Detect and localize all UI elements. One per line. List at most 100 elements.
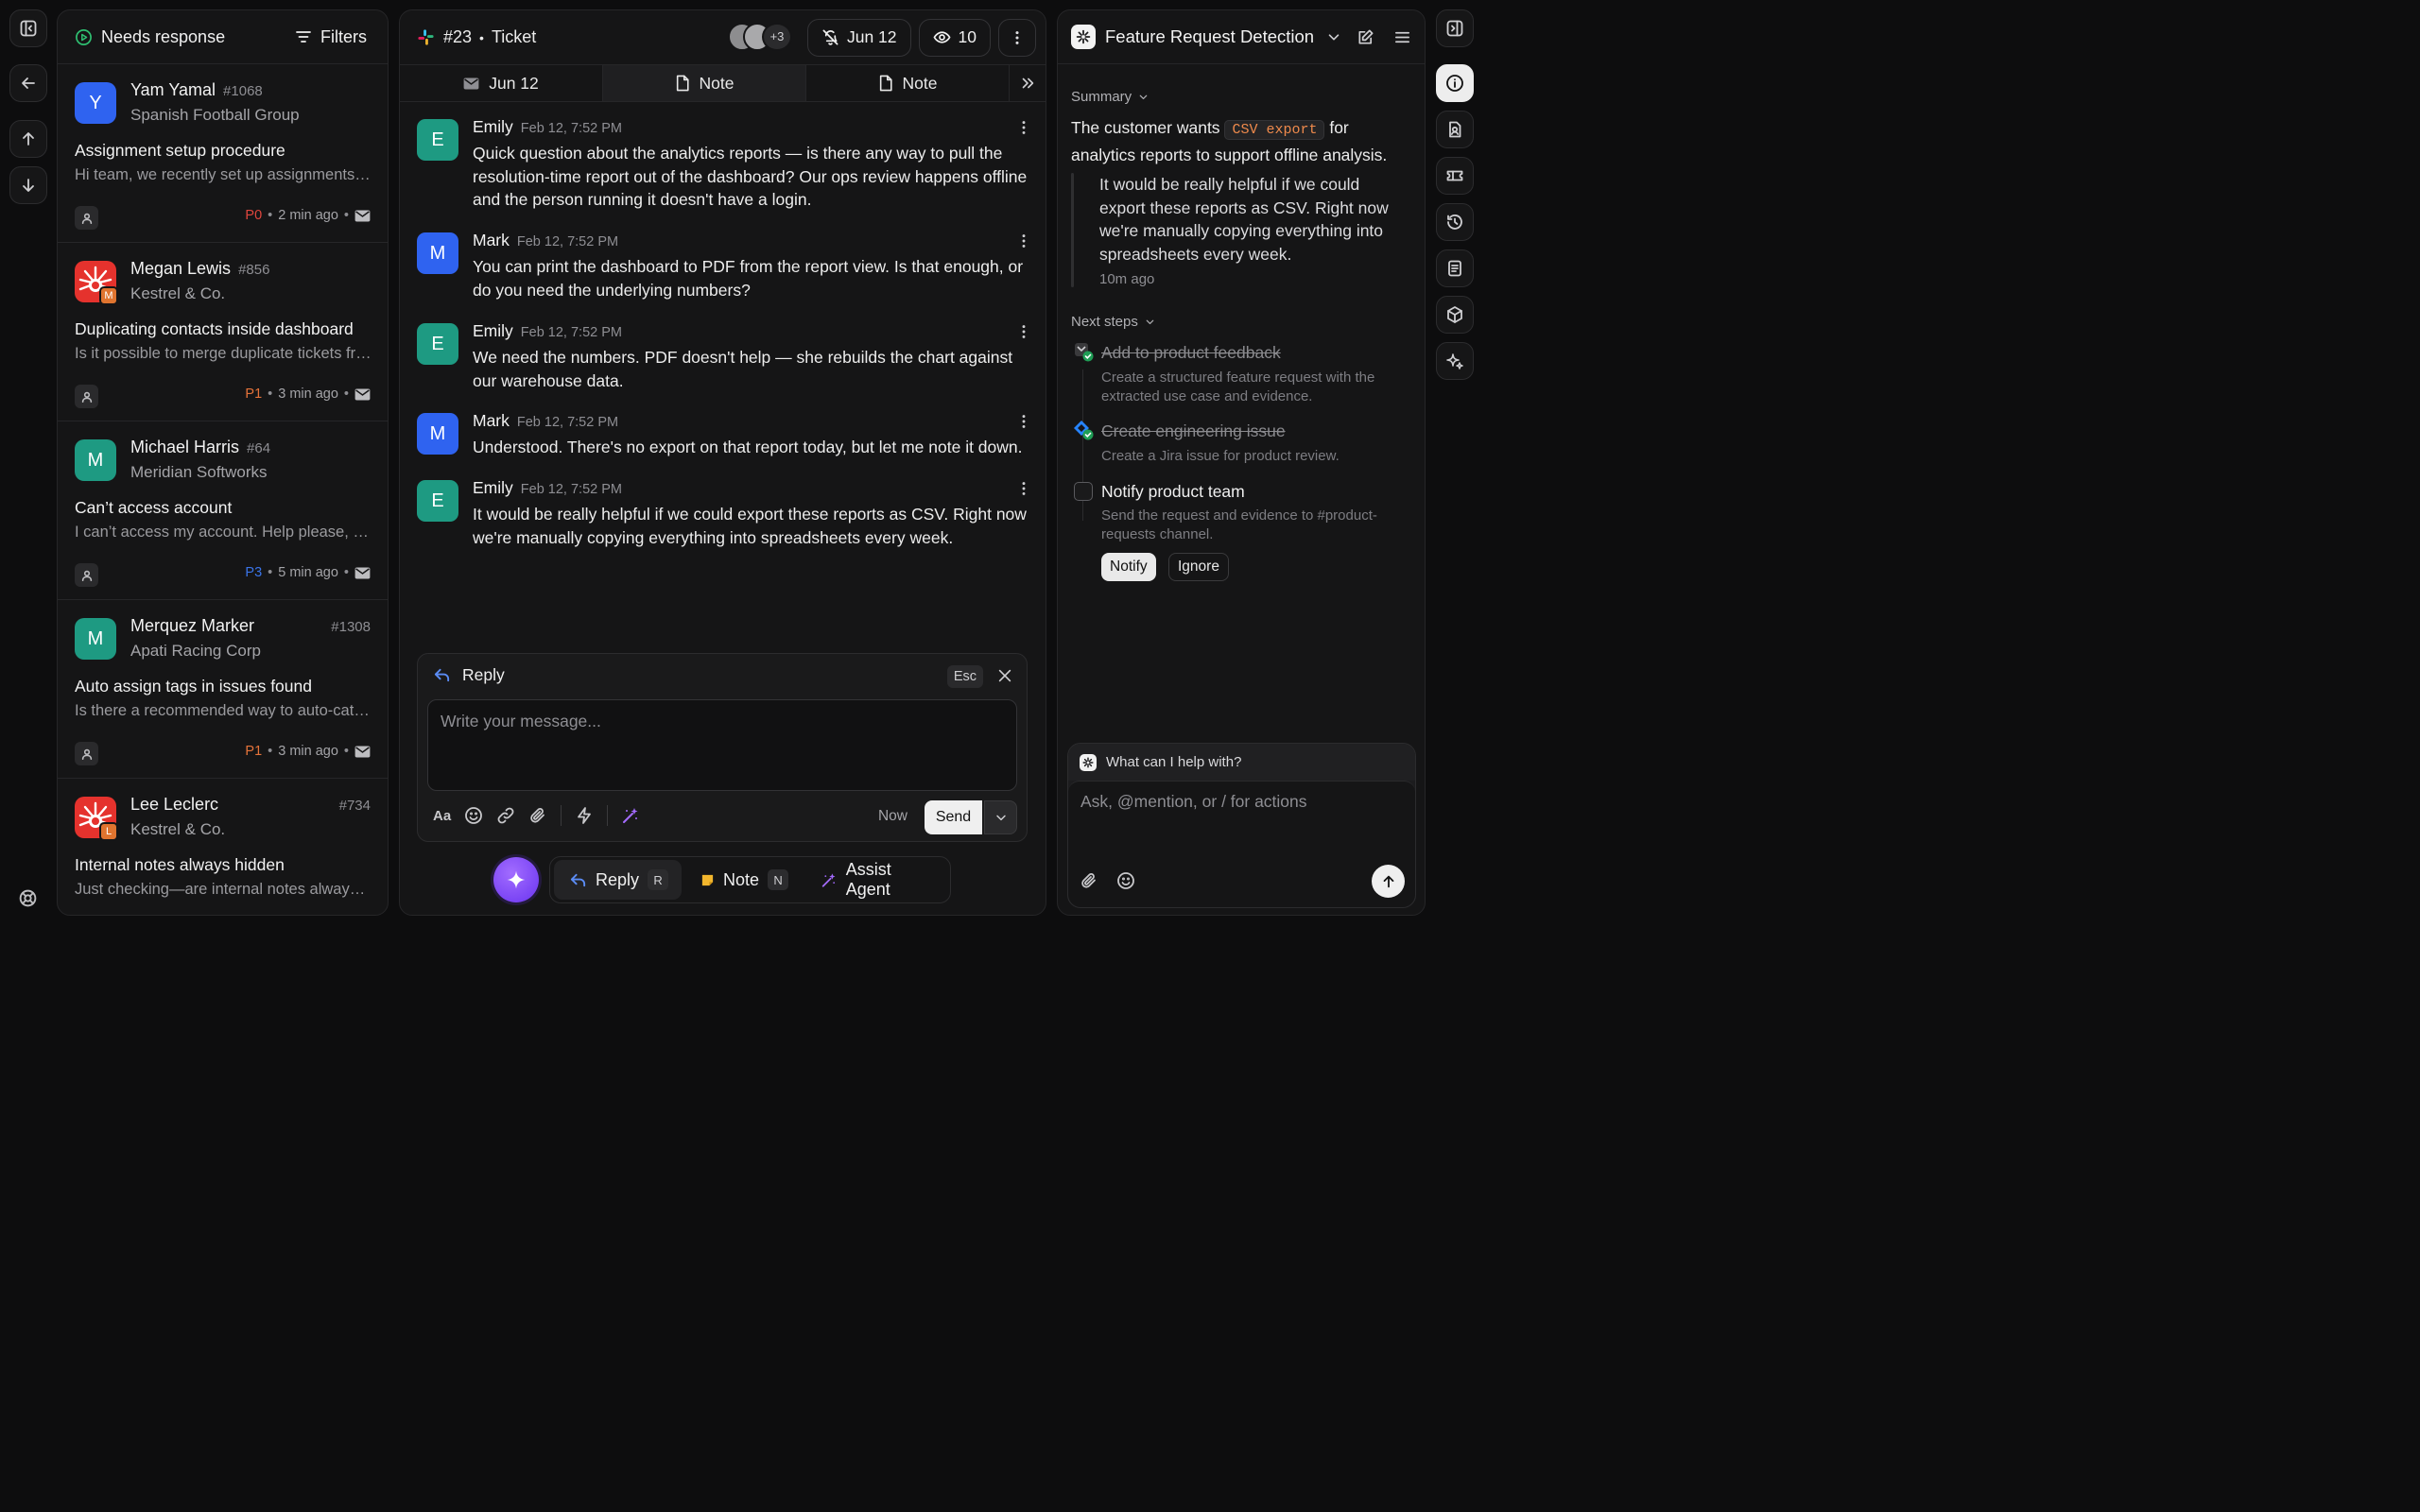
detection-title: Feature Request Detection (1105, 26, 1315, 46)
message-menu-button[interactable] (1015, 480, 1032, 497)
emoji-button[interactable] (1116, 871, 1135, 890)
conversation-subject: Internal notes always hidden (75, 855, 285, 874)
lightning-icon[interactable] (575, 806, 594, 825)
contact-name: Megan Lewis #856 (130, 259, 270, 278)
conversation-item[interactable]: L Lee Leclerc #734 Kestrel & Co. Interna… (58, 779, 388, 915)
message-input-field[interactable] (427, 699, 1017, 791)
timestamp: 2 min ago (278, 208, 338, 223)
notes-tab-button[interactable] (1436, 249, 1474, 287)
next-ticket-button[interactable] (9, 166, 47, 204)
assignee-icon[interactable] (75, 563, 98, 587)
send-time[interactable]: Now (878, 808, 908, 825)
tab-note[interactable]: Note (806, 65, 1010, 101)
note-mode-button[interactable]: Note N (685, 860, 802, 900)
emoji-icon (1117, 872, 1134, 889)
conversation-item[interactable]: M Megan Lewis #856 Kestrel & Co. Duplicat… (58, 243, 388, 421)
conversation-item[interactable]: M Michael Harris #64 Meridian Softworks C… (58, 421, 388, 600)
magic-wand-icon[interactable] (621, 806, 640, 825)
mail-icon (354, 745, 371, 758)
toggle-right-panel-button[interactable] (1436, 9, 1474, 47)
ticket-icon (1446, 170, 1463, 181)
conversation-preview: Is it possible to merge duplicate ticket… (75, 345, 372, 362)
help-button[interactable] (18, 888, 38, 908)
avatar: M (75, 618, 116, 660)
attachment-icon[interactable] (528, 806, 547, 825)
back-button[interactable] (9, 64, 47, 102)
previous-ticket-button[interactable] (9, 120, 47, 158)
sparkle-icon (507, 870, 526, 889)
message-menu-button[interactable] (1015, 323, 1032, 340)
tab-note[interactable]: Note (603, 65, 806, 101)
timestamp: 3 min ago (278, 387, 338, 402)
assist-agent-button[interactable]: Assist Agent (805, 860, 946, 900)
notify-button[interactable]: Notify (1101, 553, 1156, 581)
reply-mode-button[interactable]: Reply R (554, 860, 683, 900)
assignee-icon[interactable] (75, 385, 98, 408)
submit-button[interactable] (1372, 865, 1405, 898)
menu-button[interactable] (1393, 28, 1411, 46)
eye-icon (933, 31, 950, 43)
participants-more: +3 (761, 22, 792, 51)
mail-icon (354, 209, 371, 222)
avatar: L (99, 822, 118, 841)
integrations-tab-button[interactable] (1436, 296, 1474, 334)
conversation-meta: P1 • 3 min ago • (245, 387, 371, 402)
send-button[interactable]: Send (925, 800, 982, 834)
ai-tab-button[interactable] (1436, 342, 1474, 380)
step-checkbox[interactable] (1074, 482, 1093, 501)
close-composer-button[interactable] (996, 667, 1013, 684)
step-title: Add to product feedback (1101, 343, 1281, 362)
more-tabs-button[interactable] (1010, 65, 1046, 101)
summary-section-toggle[interactable]: Summary (1071, 89, 1150, 105)
contact-tab-button[interactable] (1436, 111, 1474, 148)
assistant-input[interactable] (1068, 782, 1415, 822)
conversation-item[interactable]: Y Yam Yamal #1068 Spanish Football Group … (58, 64, 388, 243)
summary-text: The customer wants CSV export for analyti… (1071, 118, 1388, 164)
composer-toolbar: Aa (433, 805, 640, 826)
message-input[interactable] (428, 700, 1016, 743)
tab-label: Note (902, 73, 938, 93)
document-icon (1448, 260, 1461, 277)
composer-mode: Reply (462, 665, 505, 684)
assignee-icon[interactable] (75, 742, 98, 765)
attach-button[interactable] (1080, 871, 1098, 890)
message: E Emily Feb 12, 7:52 PM It would be reall… (417, 478, 1032, 552)
conversation-item[interactable]: M Merquez Marker #1308 Apati Racing Corp… (58, 600, 388, 779)
tickets-tab-button[interactable] (1436, 157, 1474, 195)
emoji-icon[interactable] (464, 806, 483, 825)
composer-header: Reply (433, 665, 505, 685)
next-steps-toggle[interactable]: Next steps (1071, 314, 1156, 330)
workflow-dropdown[interactable] (1325, 28, 1342, 45)
lifebuoy-icon (19, 889, 37, 907)
message-menu-button[interactable] (1015, 232, 1032, 249)
ticket-number: #23 (443, 27, 473, 46)
link-icon[interactable] (496, 806, 515, 825)
conversation-meta: P1 • 3 min ago • (245, 744, 371, 759)
conversation-subject: Can’t access account (75, 498, 233, 517)
message-author: Emily Feb 12, 7:52 PM (473, 117, 622, 136)
filters-button[interactable]: Filters (294, 27, 367, 47)
tab-label: Jun 12 (489, 73, 539, 93)
assist-agent-label: Assist Agent (845, 860, 891, 899)
more-options-button[interactable] (998, 18, 1036, 57)
ai-assistant-button[interactable] (493, 857, 539, 902)
edit-button[interactable] (1357, 28, 1374, 46)
info-tab-button[interactable] (1436, 64, 1474, 102)
more-vertical-icon (1022, 482, 1026, 495)
watchers-button[interactable]: 10 (918, 18, 991, 57)
message-menu-button[interactable] (1015, 119, 1032, 136)
participants[interactable]: +3 (727, 22, 796, 53)
arrow-left-icon (22, 77, 35, 89)
ignore-button[interactable]: Ignore (1168, 553, 1229, 581)
message-menu-button[interactable] (1015, 413, 1032, 430)
collapse-sidebar-button[interactable] (9, 9, 47, 47)
assignee-icon[interactable] (75, 206, 98, 230)
priority-badge: P1 (245, 387, 263, 402)
message-author: Emily Feb 12, 7:52 PM (473, 478, 622, 497)
snooze-button[interactable]: Jun 12 (806, 18, 911, 57)
send-options-button[interactable] (984, 800, 1017, 834)
inbox-header: Needs response Filters (58, 10, 388, 64)
text-format-icon[interactable]: Aa (433, 808, 451, 824)
tab-email[interactable]: Jun 12 (400, 65, 603, 101)
history-tab-button[interactable] (1436, 203, 1474, 241)
